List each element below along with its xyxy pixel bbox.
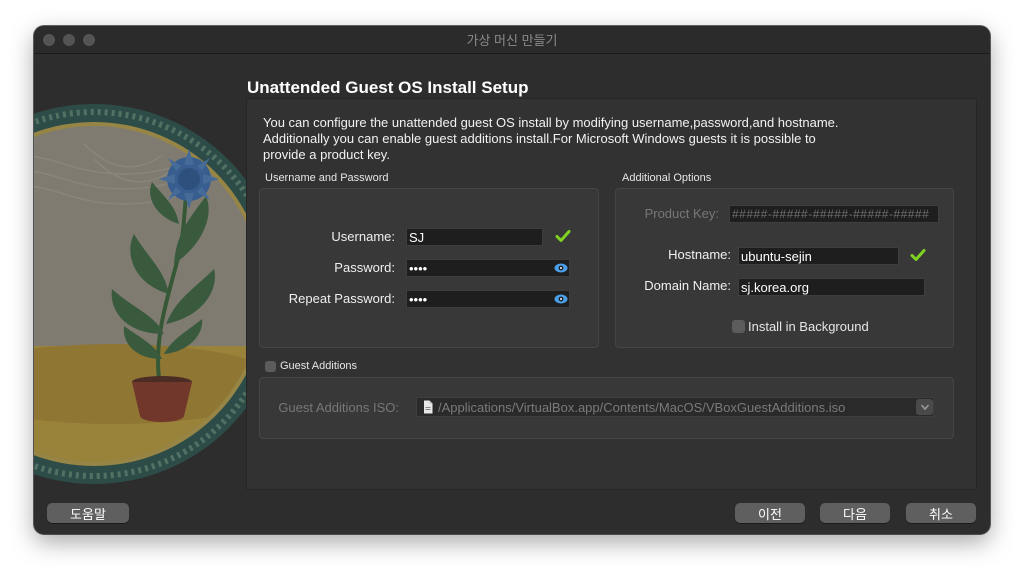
username-field[interactable]: SJ — [406, 228, 543, 246]
guest-additions-iso-path: /Applications/VirtualBox.app/Contents/Ma… — [438, 399, 846, 415]
help-button[interactable]: 도움말 — [47, 503, 129, 523]
next-button[interactable]: 다음 — [820, 503, 890, 523]
iso-dropdown-button[interactable] — [916, 399, 933, 415]
show-password-eye-icon[interactable] — [554, 262, 568, 274]
file-icon — [424, 400, 433, 414]
username-label: Username: — [331, 229, 395, 244]
zoom-window-button[interactable] — [83, 34, 95, 46]
cancel-button[interactable]: 취소 — [906, 503, 976, 523]
minimize-window-button[interactable] — [63, 34, 75, 46]
repeat-password-field[interactable]: •••• — [406, 290, 570, 308]
guest-additions-label: Guest Additions — [280, 360, 358, 372]
password-label: Password: — [334, 260, 395, 275]
credentials-group-label: Username and Password — [265, 172, 389, 184]
hostname-label: Hostname: — [668, 247, 731, 262]
guest-additions-iso-selector[interactable]: /Applications/VirtualBox.app/Contents/Ma… — [416, 397, 934, 417]
chevron-down-icon — [920, 404, 929, 411]
repeat-password-label: Repeat Password: — [288, 291, 395, 306]
username-valid-check-icon — [555, 230, 571, 242]
install-background-checkbox[interactable] — [732, 320, 745, 333]
password-field[interactable]: •••• — [406, 259, 570, 277]
page-description: You can configure the unattended guest O… — [263, 115, 839, 162]
product-key-field[interactable]: #####-#####-#####-#####-##### — [729, 205, 939, 223]
product-key-label: Product Key: — [644, 206, 719, 221]
guest-additions-iso-label: Guest Additions ISO: — [278, 400, 399, 415]
title-bar: 가상 머신 만들기 — [34, 26, 990, 54]
domain-name-field[interactable]: sj.korea.org — [738, 278, 925, 296]
guest-additions-checkbox[interactable] — [265, 361, 276, 372]
setup-panel: You can configure the unattended guest O… — [246, 98, 977, 490]
page-title: Unattended Guest OS Install Setup — [247, 78, 529, 97]
domain-name-label: Domain Name: — [644, 278, 731, 293]
close-window-button[interactable] — [43, 34, 55, 46]
install-background-label: Install in Background — [748, 319, 869, 334]
show-repeat-password-eye-icon[interactable] — [554, 293, 568, 305]
window-title: 가상 머신 만들기 — [466, 33, 558, 48]
hostname-valid-check-icon — [910, 249, 926, 261]
window-controls — [43, 34, 95, 46]
create-vm-window: 가상 머신 만들기 Unattended Guest OS Install Se… — [34, 26, 990, 534]
hostname-field[interactable]: ubuntu-sejin — [738, 247, 899, 265]
options-group-label: Additional Options — [622, 172, 712, 184]
back-button[interactable]: 이전 — [735, 503, 805, 523]
